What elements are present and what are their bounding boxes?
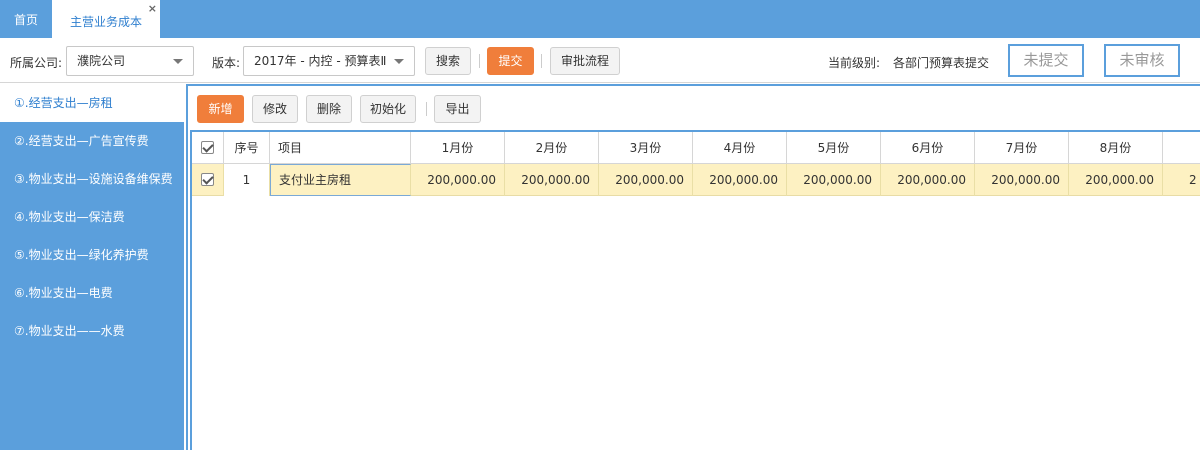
submit-button[interactable]: 提交	[487, 47, 534, 75]
version-select-value: 2017年 - 内控 - 预算表Ⅱ	[254, 54, 387, 68]
version-select[interactable]: 2017年 - 内控 - 预算表Ⅱ	[243, 46, 415, 76]
row-month-4[interactable]: 200,000.00	[693, 164, 787, 196]
main-panel: 新增 修改 删除 初始化 导出 序号 项目 1月份 2月份 3月份 4月份 5月…	[186, 84, 1200, 450]
divider	[426, 102, 427, 116]
sidebar-item-water[interactable]: ⑦.物业支出——水费	[0, 312, 184, 350]
sidebar-item-advertising[interactable]: ②.经营支出—广告宣传费	[0, 122, 184, 160]
row-month-1[interactable]: 200,000.00	[411, 164, 505, 196]
checkbox-icon	[201, 173, 214, 186]
checkbox-icon	[201, 141, 214, 154]
sidebar-item-cleaning[interactable]: ④.物业支出—保洁费	[0, 198, 184, 236]
header-seq: 序号	[224, 132, 270, 164]
row-month-9[interactable]: 2	[1163, 164, 1200, 196]
header-month-1: 1月份	[411, 132, 505, 164]
row-month-6[interactable]: 200,000.00	[881, 164, 975, 196]
header-month-6: 6月份	[881, 132, 975, 164]
table-row[interactable]: 1 支付业主房租 200,000.00 200,000.00 200,000.0…	[192, 164, 1200, 196]
sidebar-item-rent[interactable]: ①.经营支出—房租	[0, 84, 186, 122]
row-month-8[interactable]: 200,000.00	[1069, 164, 1163, 196]
close-icon[interactable]: ×	[148, 0, 157, 31]
header-month-4: 4月份	[693, 132, 787, 164]
select-all-checkbox[interactable]	[192, 132, 224, 164]
approval-flow-button[interactable]: 审批流程	[550, 47, 620, 75]
sidebar-item-maintenance[interactable]: ③.物业支出—设施设备维保费	[0, 160, 184, 198]
edit-button[interactable]: 修改	[252, 95, 298, 123]
data-grid: 序号 项目 1月份 2月份 3月份 4月份 5月份 6月份 7月份 8月份 1 …	[190, 130, 1200, 450]
level-label: 当前级别:	[828, 56, 881, 70]
tab-home[interactable]: 首页	[0, 0, 52, 38]
header-month-5: 5月份	[787, 132, 881, 164]
row-seq: 1	[224, 164, 270, 196]
row-month-3[interactable]: 200,000.00	[599, 164, 693, 196]
header-month-8: 8月份	[1069, 132, 1163, 164]
init-button[interactable]: 初始化	[360, 95, 416, 123]
sidebar-item-electricity[interactable]: ⑥.物业支出—电费	[0, 274, 184, 312]
add-button[interactable]: 新增	[197, 95, 244, 123]
header-month-9	[1163, 132, 1200, 164]
header-item: 项目	[270, 132, 411, 164]
chevron-down-icon	[394, 59, 404, 64]
tab-label: 主营业务成本	[69, 15, 142, 29]
header-month-7: 7月份	[975, 132, 1069, 164]
company-label: 所属公司:	[10, 56, 63, 70]
tab-main-business-cost[interactable]: 主营业务成本 ×	[52, 0, 160, 38]
table-header-row: 序号 项目 1月份 2月份 3月份 4月份 5月份 6月份 7月份 8月份	[192, 132, 1200, 164]
row-month-5[interactable]: 200,000.00	[787, 164, 881, 196]
tab-bar: 首页 主营业务成本 ×	[0, 0, 1200, 38]
status-unreviewed-badge: 未审核	[1104, 44, 1180, 77]
filter-toolbar: 所属公司: 濮院公司 版本: 2017年 - 内控 - 预算表Ⅱ 搜索 提交 审…	[0, 38, 1200, 83]
header-month-3: 3月份	[599, 132, 693, 164]
status-unsubmitted-badge: 未提交	[1008, 44, 1084, 77]
company-select-value: 濮院公司	[77, 54, 126, 68]
divider	[479, 54, 480, 68]
row-month-7[interactable]: 200,000.00	[975, 164, 1069, 196]
divider	[541, 54, 542, 68]
row-month-2[interactable]: 200,000.00	[505, 164, 599, 196]
row-item-input[interactable]: 支付业主房租	[270, 164, 411, 196]
company-select[interactable]: 濮院公司	[66, 46, 194, 76]
export-button[interactable]: 导出	[434, 95, 481, 123]
sidebar: ①.经营支出—房租 ②.经营支出—广告宣传费 ③.物业支出—设施设备维保费 ④.…	[0, 84, 186, 450]
delete-button[interactable]: 删除	[306, 95, 352, 123]
level-value: 各部门预算表提交	[893, 56, 990, 70]
version-label: 版本:	[212, 56, 241, 70]
search-button[interactable]: 搜索	[425, 47, 471, 75]
row-checkbox[interactable]	[192, 164, 224, 196]
chevron-down-icon	[173, 59, 183, 64]
sidebar-item-greening[interactable]: ⑤.物业支出—绿化养护费	[0, 236, 184, 274]
header-month-2: 2月份	[505, 132, 599, 164]
